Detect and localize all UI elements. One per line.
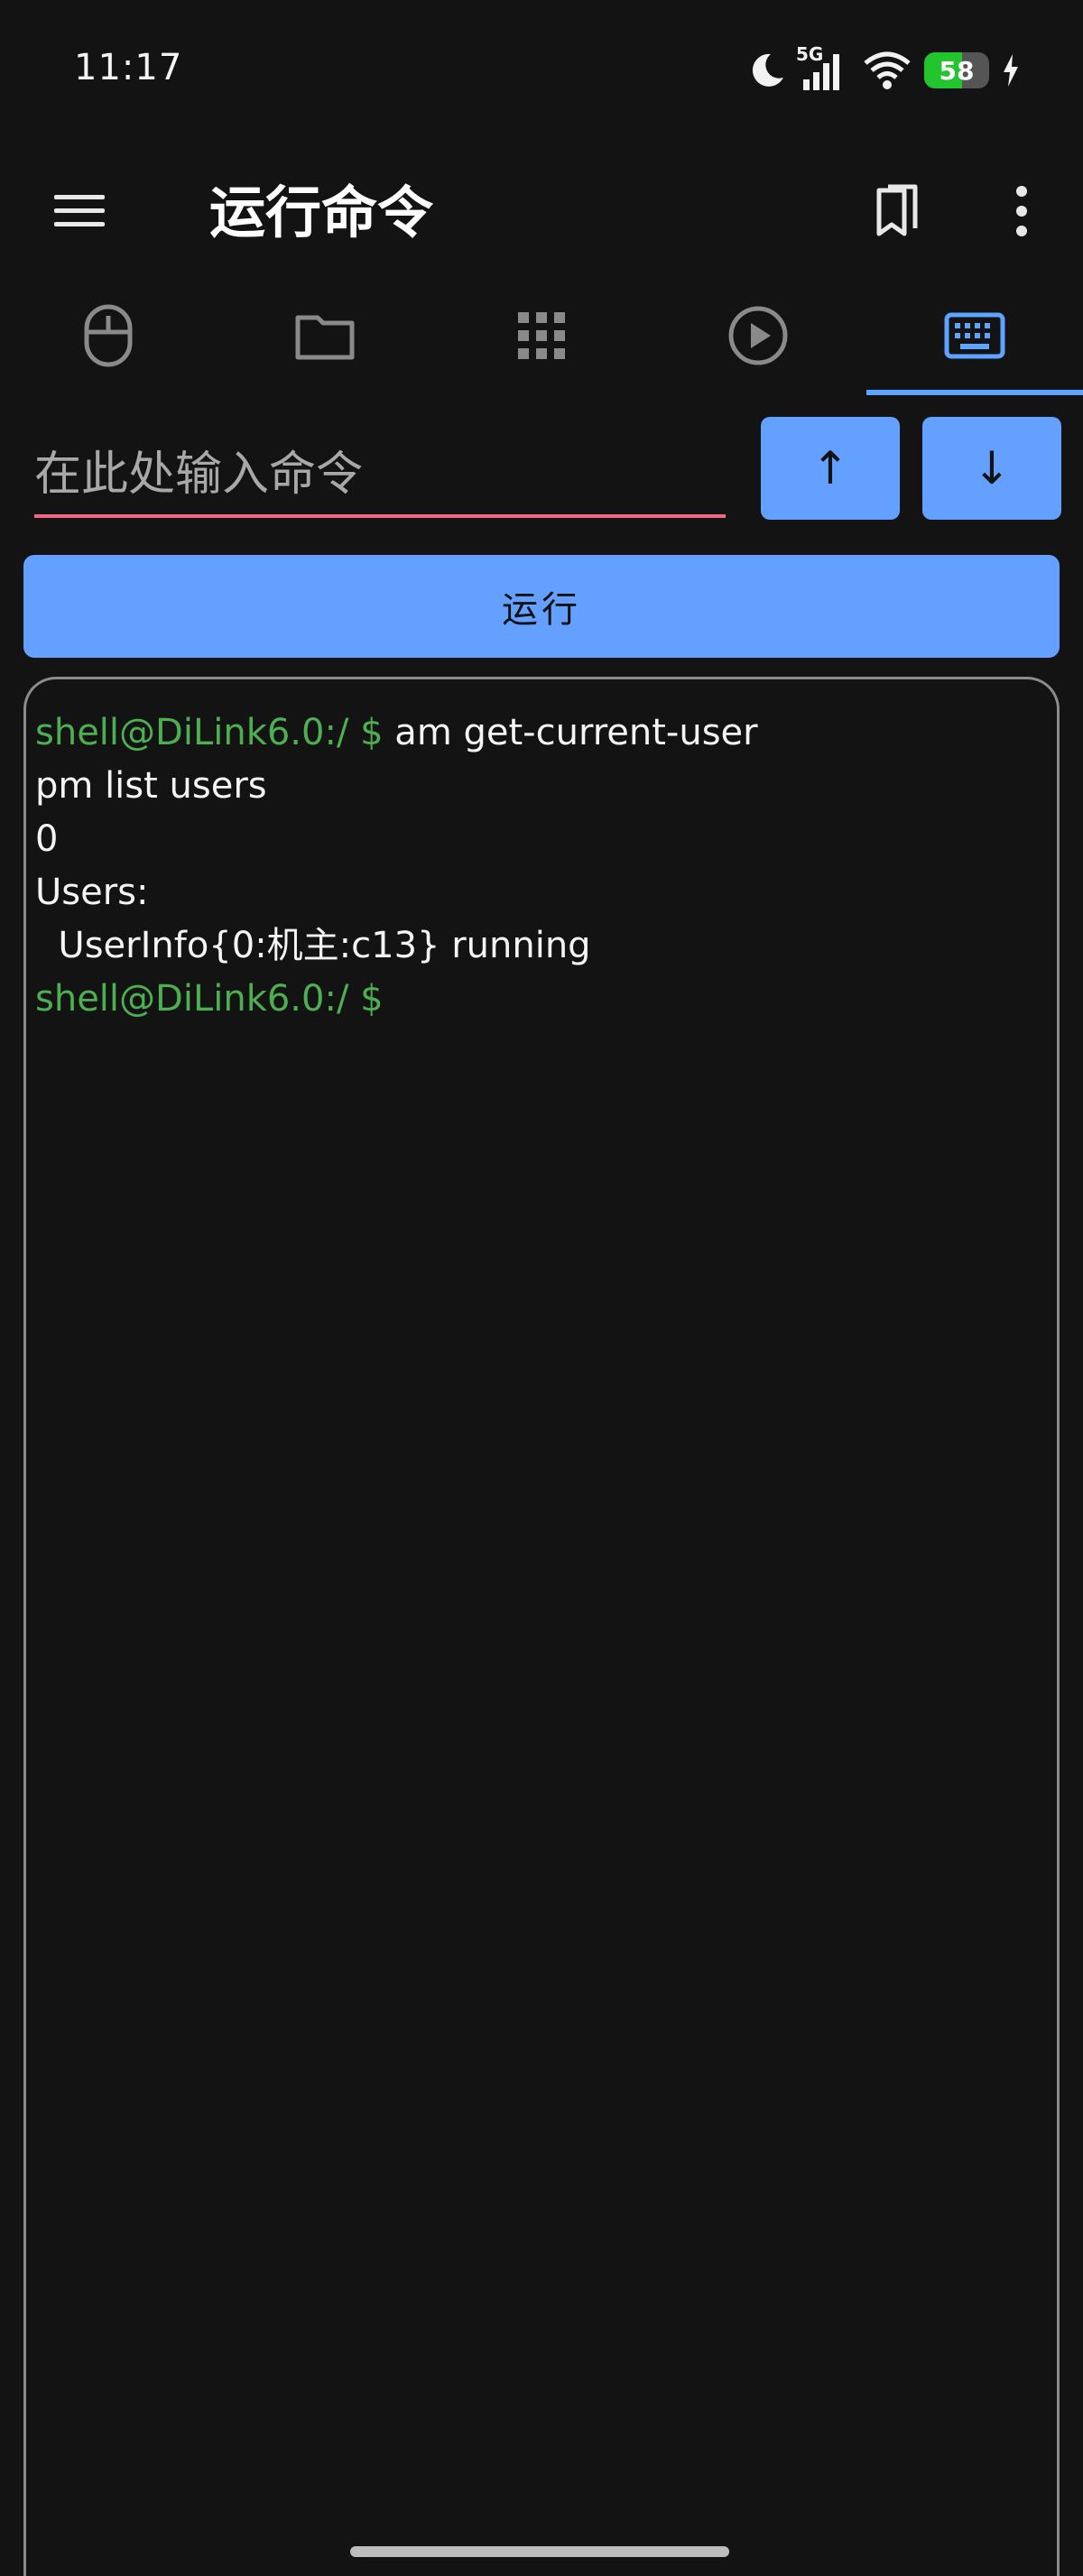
folder-icon — [294, 310, 356, 365]
terminal-text: pm list users — [35, 765, 267, 807]
terminal-line: Users: — [35, 866, 1048, 919]
history-down-button[interactable]: ↓ — [922, 417, 1061, 520]
terminal-text: UserInfo{0:机主:c13} running — [35, 925, 591, 966]
network-type-label: 5G — [796, 43, 824, 65]
wifi-icon — [863, 51, 912, 90]
terminal-output[interactable]: shell@DiLink6.0:/ $ am get-current-user … — [23, 677, 1060, 2576]
status-bar: 11:17 5G 58 — [0, 0, 1083, 135]
battery-icon: 58 — [924, 52, 989, 88]
tab-terminal[interactable] — [866, 280, 1083, 395]
terminal-prompt: shell@DiLink6.0:/ $ — [35, 978, 384, 1020]
page-title: 运行命令 — [209, 180, 434, 245]
bookmarks-button[interactable] — [865, 180, 930, 245]
history-up-button[interactable]: ↑ — [761, 417, 900, 520]
charging-icon — [1002, 54, 1020, 87]
tab-play[interactable] — [650, 280, 866, 395]
status-icons: 5G 58 — [747, 43, 1020, 97]
mouse-icon — [83, 303, 134, 372]
terminal-line: shell@DiLink6.0:/ $ — [35, 973, 1048, 1026]
command-input[interactable] — [34, 417, 726, 514]
menu-icon — [52, 191, 106, 235]
terminal-line: UserInfo{0:机主:c13} running — [35, 919, 1048, 973]
more-vert-icon — [1013, 184, 1031, 242]
screen: 11:17 5G 58 运行命令 在此处输入命令 ↑ ↓ 运行 shell@Di… — [0, 0, 1083, 2576]
tab-apps[interactable] — [433, 280, 650, 395]
apps-grid-icon — [516, 310, 567, 365]
bookmark-icon — [872, 183, 922, 243]
terminal-line: shell@DiLink6.0:/ $ am get-current-user — [35, 706, 1048, 760]
app-bar: 运行命令 — [0, 153, 1083, 271]
signal-icon: 5G — [796, 43, 850, 92]
tab-mouse[interactable] — [0, 280, 217, 395]
overflow-menu-button[interactable] — [989, 180, 1054, 245]
battery-level: 58 — [939, 55, 975, 86]
terminal-prompt: shell@DiLink6.0:/ $ — [35, 712, 384, 753]
command-input-wrapper — [34, 417, 726, 518]
run-button[interactable]: 运行 — [23, 555, 1060, 658]
menu-button[interactable] — [47, 180, 112, 245]
keyboard-icon — [944, 312, 1005, 363]
play-circle-icon — [727, 305, 789, 370]
moon-icon — [747, 51, 787, 90]
terminal-line: pm list users — [35, 760, 1048, 813]
status-clock: 11:17 — [74, 47, 183, 88]
tab-bar — [0, 280, 1083, 395]
gesture-navigation-bar[interactable] — [350, 2546, 729, 2557]
terminal-text: Users: — [35, 872, 149, 913]
terminal-line: 0 — [35, 813, 1048, 866]
terminal-text: am get-current-user — [383, 712, 758, 753]
terminal-text: 0 — [35, 818, 59, 860]
command-input-row: ↑ ↓ — [0, 417, 1083, 525]
tab-files[interactable] — [217, 280, 433, 395]
